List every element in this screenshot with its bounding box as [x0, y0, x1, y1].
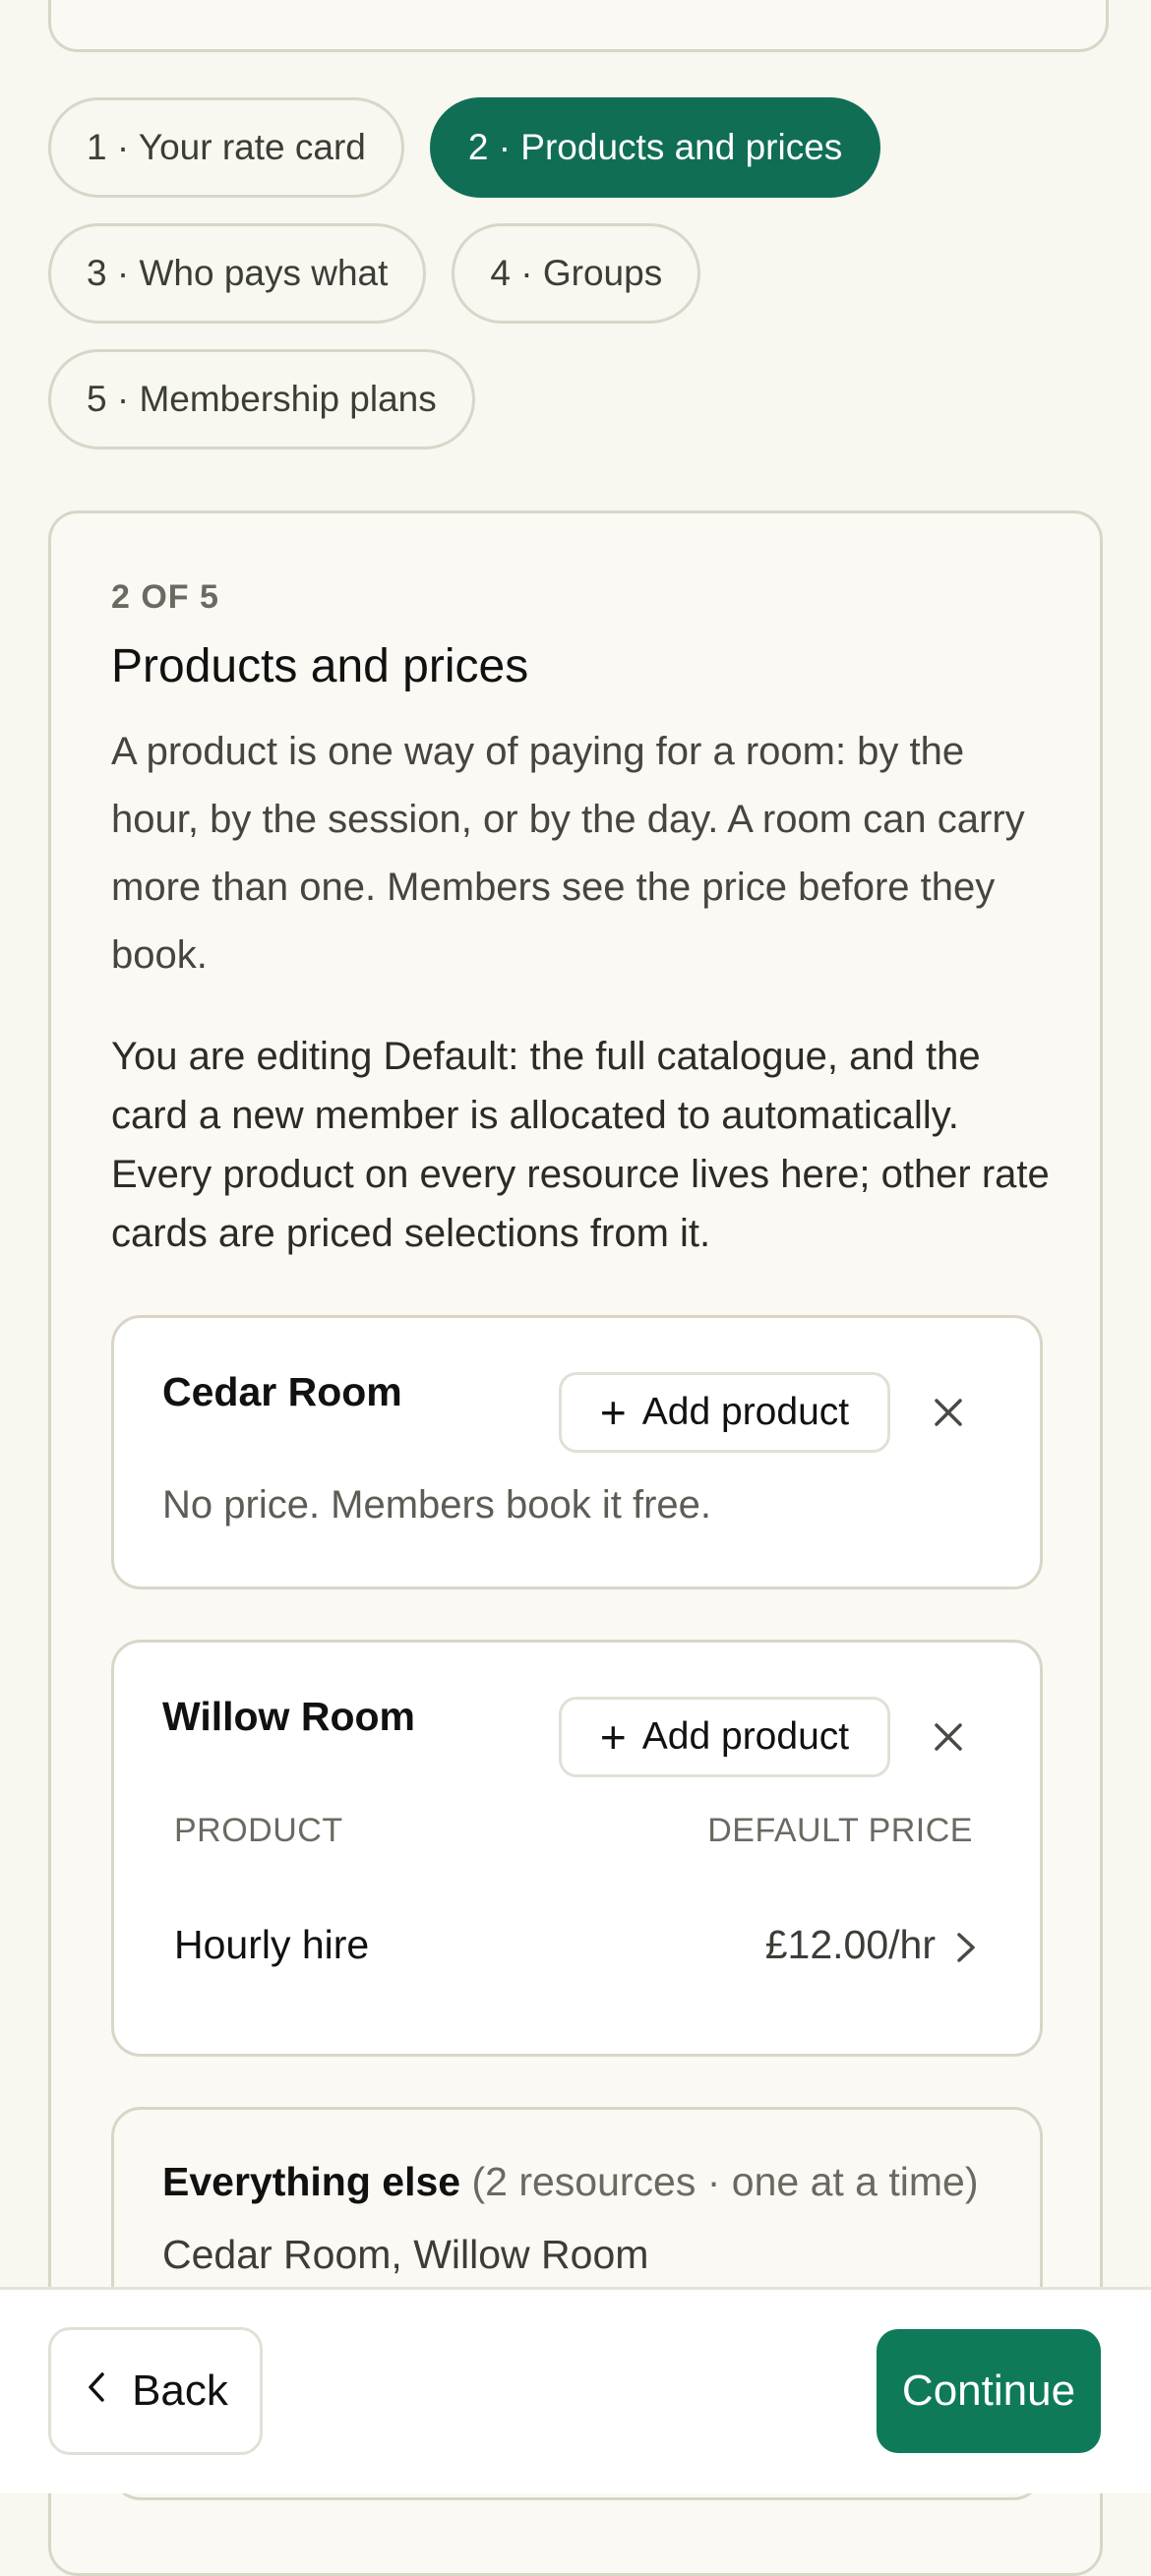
step-counter: 2 OF 5: [111, 578, 219, 616]
everything-else-heading: Everything else (2 resources · one at a …: [162, 2159, 978, 2205]
back-button[interactable]: Back: [48, 2327, 263, 2455]
back-label: Back: [132, 2366, 228, 2415]
product-name: Hourly hire: [174, 1922, 370, 1967]
resource-name: Willow Room: [162, 1694, 415, 1739]
tab-products-and-prices[interactable]: 2 · Products and prices: [429, 97, 881, 198]
column-header-default-price: DEFAULT PRICE: [707, 1812, 973, 1849]
section-title: Products and prices: [111, 640, 529, 692]
empty-price-text: No price. Members book it free.: [162, 1483, 711, 1527]
resource-name: Cedar Room: [162, 1369, 402, 1414]
tab-your-rate-card[interactable]: 1 · Your rate card: [48, 97, 404, 198]
previous-card-edge: [48, 0, 1109, 52]
everything-else-resources: Cedar Room, Willow Room: [162, 2232, 649, 2277]
section-intro: A product is one way of paying for a roo…: [111, 730, 1025, 977]
continue-button[interactable]: Continue: [877, 2329, 1101, 2453]
products-section-card: 2 OF 5 Products and prices A product is …: [48, 510, 1103, 2576]
editing-note: You are editing Default: the full catalo…: [111, 1035, 1050, 1255]
footer-action-bar: Back Continue: [0, 2287, 1151, 2493]
tab-groups[interactable]: 4 · Groups: [452, 223, 701, 324]
plus-icon: +: [599, 1387, 627, 1438]
tab-who-pays-what[interactable]: 3 · Who pays what: [48, 223, 427, 324]
add-product-button[interactable]: + Add product: [559, 1697, 890, 1777]
close-icon[interactable]: [921, 1385, 976, 1440]
close-icon[interactable]: [921, 1709, 976, 1765]
column-header-product: PRODUCT: [174, 1812, 343, 1849]
add-product-label: Add product: [641, 1715, 850, 1758]
plus-icon: +: [599, 1711, 627, 1763]
step-tabs: 1 · Your rate card 2 · Products and pric…: [48, 97, 1103, 475]
chevron-left-icon: [83, 2366, 112, 2416]
tab-membership-plans[interactable]: 5 · Membership plans: [48, 349, 475, 449]
add-product-label: Add product: [641, 1391, 850, 1433]
resource-card-willow-room: Willow Room + Add product PRODUCT DEFAUL…: [111, 1640, 1043, 2057]
product-price: £12.00/hr: [764, 1922, 936, 1967]
everything-else-meta: (2 resources · one at a time): [471, 2159, 979, 2204]
chevron-right-icon: [946, 1928, 986, 1967]
add-product-button[interactable]: + Add product: [559, 1372, 890, 1453]
everything-else-title: Everything else: [162, 2159, 461, 2204]
resource-card-cedar-room: Cedar Room + Add product No price. Membe…: [111, 1315, 1043, 1589]
